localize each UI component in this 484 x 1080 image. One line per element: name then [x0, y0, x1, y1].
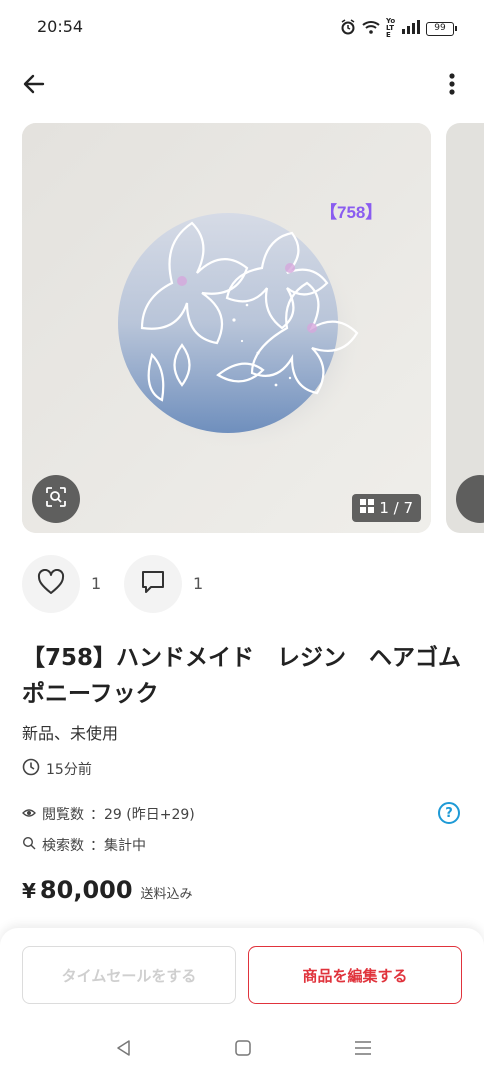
menu-lines-icon — [354, 1040, 372, 1060]
more-options-button[interactable] — [440, 70, 464, 102]
product-image: 【758】 — [22, 123, 431, 533]
status-bar: 20:54 Yo LTE 99 — [0, 0, 484, 56]
triangle-back-icon — [115, 1039, 133, 1061]
search-count-row: 検索数 ：集計中 — [22, 835, 146, 855]
like-button[interactable] — [22, 555, 80, 613]
grid-icon — [360, 499, 375, 517]
help-icon[interactable]: ? — [438, 802, 460, 824]
comment-icon — [140, 569, 166, 599]
views-label: 閲覧数 — [42, 807, 84, 823]
views-value: ：29 (昨日+29) — [90, 807, 195, 823]
nav-recents-button[interactable] — [351, 1038, 375, 1062]
item-title: 【758】ハンドメイド レジン ヘアゴム ポニーフック — [22, 645, 484, 707]
comment-button[interactable] — [124, 555, 182, 613]
nav-home-button[interactable] — [231, 1038, 255, 1062]
clock-icon — [22, 758, 40, 780]
comment-count: 1 — [193, 574, 204, 593]
posted-time-row: 15分前 — [22, 758, 92, 780]
edit-item-button[interactable]: 商品を編集する — [248, 946, 462, 1004]
image-watermark: 【758】 — [320, 202, 382, 222]
shipping-label: 送料込み — [140, 887, 193, 902]
arrow-left-icon — [22, 72, 46, 100]
next-product-image[interactable] — [446, 123, 484, 533]
status-icons: Yo LTE 99 — [340, 17, 457, 39]
system-nav-bar — [0, 1030, 484, 1070]
item-condition: 新品、未使用 — [22, 724, 119, 743]
search-count-label: 検索数 — [42, 838, 84, 854]
image-counter-text: 1 / 7 — [379, 499, 413, 517]
nav-back-button[interactable] — [112, 1038, 136, 1062]
alarm-icon — [340, 18, 356, 39]
battery-icon: 99 — [426, 21, 457, 36]
time-sale-button[interactable]: タイムセールをする — [22, 946, 236, 1004]
signal-icon — [402, 19, 420, 38]
next-image-zoom-button[interactable] — [456, 475, 484, 523]
wifi-icon — [362, 19, 380, 38]
eye-icon — [22, 806, 36, 822]
more-vertical-icon — [449, 72, 455, 100]
zoom-search-icon — [45, 486, 67, 512]
price-value: 80,000 — [39, 876, 133, 904]
image-counter: 1 / 7 — [352, 494, 421, 522]
price-row: ¥ 80,000 送料込み — [22, 876, 193, 904]
heart-icon — [37, 568, 65, 599]
image-zoom-button[interactable] — [32, 475, 80, 523]
search-icon — [22, 836, 36, 854]
price-currency: ¥ — [22, 879, 36, 903]
back-button[interactable] — [18, 70, 50, 102]
like-count: 1 — [91, 574, 102, 593]
status-time: 20:54 — [37, 17, 84, 36]
square-home-icon — [234, 1039, 252, 1061]
product-image-gallery[interactable]: 【758】 1 / 7 — [22, 123, 431, 533]
views-row: 閲覧数 ：29 (昨日+29) — [22, 804, 195, 824]
search-count-value: ：集計中 — [90, 838, 146, 854]
network-type-label: Yo LTE — [386, 17, 396, 39]
posted-time: 15分前 — [46, 762, 92, 778]
